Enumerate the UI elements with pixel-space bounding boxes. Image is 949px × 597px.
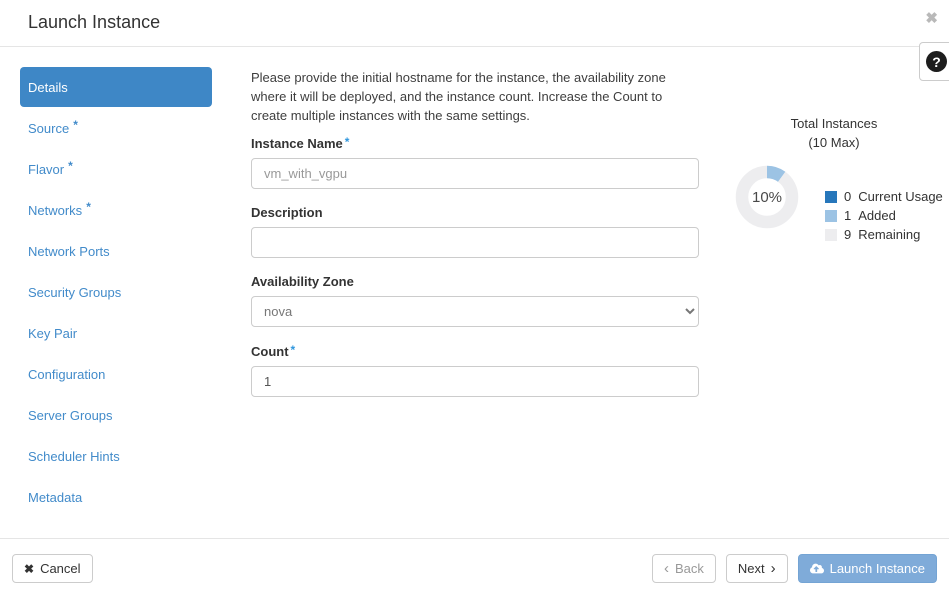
wizard-step-key-pair[interactable]: Key Pair — [20, 313, 212, 354]
required-mark: * — [345, 135, 350, 149]
launch-instance-button[interactable]: Launch Instance — [798, 554, 937, 583]
wizard-step-label: Details — [28, 80, 68, 95]
wizard-step-scheduler-hints[interactable]: Scheduler Hints — [20, 436, 212, 477]
description-label: Description — [251, 205, 699, 220]
chart-subtitle: (10 Max) — [719, 133, 949, 152]
modal-footer: ✖ Cancel ‹ Back Next › Launch Instance — [0, 538, 949, 597]
wizard-step-configuration[interactable]: Configuration — [20, 354, 212, 395]
wizard-nav-buttons: ‹ Back Next › Launch Instance — [652, 554, 937, 583]
details-form: Please provide the initial hostname for … — [251, 68, 699, 413]
required-mark: * — [73, 118, 78, 132]
wizard-step-security-groups[interactable]: Security Groups — [20, 272, 212, 313]
chevron-right-icon: › — [771, 561, 776, 576]
wizard-step-networks[interactable]: Networks * — [20, 190, 212, 231]
legend-swatch — [825, 210, 837, 222]
close-icon[interactable]: ✖ — [925, 11, 938, 26]
wizard-step-label: Source — [28, 121, 69, 136]
chevron-left-icon: ‹ — [664, 561, 669, 576]
label-text: Count — [251, 344, 289, 359]
next-button[interactable]: Next › — [726, 554, 788, 583]
wizard-step-label: Security Groups — [28, 285, 121, 300]
modal-header: Launch Instance ✖ — [0, 0, 949, 47]
legend-item-current-usage: 0 Current Usage — [825, 187, 943, 206]
wizard-step-details[interactable]: Details — [20, 67, 212, 107]
count-label: Count* — [251, 343, 699, 359]
donut-center-label: 10% — [735, 165, 799, 229]
cancel-x-icon: ✖ — [24, 562, 34, 576]
wizard-step-server-groups[interactable]: Server Groups — [20, 395, 212, 436]
back-label: Back — [675, 561, 704, 576]
help-tab[interactable]: ? — [919, 42, 949, 81]
availability-zone-select[interactable]: nova — [251, 296, 699, 327]
wizard-step-label: Networks — [28, 203, 82, 218]
availability-zone-label: Availability Zone — [251, 274, 699, 289]
modal-title: Launch Instance — [28, 12, 160, 33]
wizard-steps-nav: Details Source * Flavor * Networks * Networ… — [20, 67, 212, 518]
legend-value: 0 — [844, 189, 851, 204]
description-input[interactable] — [251, 227, 699, 258]
availability-zone-group: Availability Zone nova — [251, 274, 699, 327]
legend-label: Remaining — [858, 227, 920, 242]
legend-swatch — [825, 229, 837, 241]
description-group: Description — [251, 205, 699, 258]
cancel-button[interactable]: ✖ Cancel — [12, 554, 93, 583]
legend-item-added: 1 Added — [825, 206, 943, 225]
count-group: Count* — [251, 343, 699, 397]
wizard-step-source[interactable]: Source * — [20, 108, 212, 149]
cloud-upload-icon — [810, 562, 824, 575]
instance-name-group: Instance Name* — [251, 135, 699, 189]
required-mark: * — [68, 159, 73, 173]
wizard-step-label: Metadata — [28, 490, 82, 505]
required-mark: * — [291, 343, 296, 357]
legend-swatch — [825, 191, 837, 203]
wizard-step-flavor[interactable]: Flavor * — [20, 149, 212, 190]
legend-item-remaining: 9 Remaining — [825, 225, 943, 244]
instance-name-label: Instance Name* — [251, 135, 699, 151]
wizard-step-label: Network Ports — [28, 244, 110, 259]
wizard-step-network-ports[interactable]: Network Ports — [20, 231, 212, 272]
chart-legend: 0 Current Usage 1 Added 9 Remaining — [825, 187, 943, 244]
legend-value: 9 — [844, 227, 851, 242]
back-button[interactable]: ‹ Back — [652, 554, 716, 583]
instance-name-input[interactable] — [251, 158, 699, 189]
details-intro-text: Please provide the initial hostname for … — [251, 68, 699, 125]
legend-label: Added — [858, 208, 896, 223]
count-input[interactable] — [251, 366, 699, 397]
label-text: Availability Zone — [251, 274, 354, 289]
total-instances-panel: Total Instances (10 Max) 10% 0 Current U… — [719, 114, 949, 152]
wizard-step-label: Configuration — [28, 367, 105, 382]
wizard-step-label: Flavor — [28, 162, 64, 177]
legend-value: 1 — [844, 208, 851, 223]
wizard-step-metadata[interactable]: Metadata — [20, 477, 212, 518]
next-label: Next — [738, 561, 765, 576]
launch-instance-label: Launch Instance — [830, 561, 925, 576]
total-instances-donut: 10% — [735, 165, 799, 229]
required-mark: * — [86, 200, 91, 214]
wizard-step-label: Scheduler Hints — [28, 449, 120, 464]
legend-label: Current Usage — [858, 189, 943, 204]
help-icon: ? — [926, 51, 947, 72]
wizard-step-label: Server Groups — [28, 408, 113, 423]
label-text: Instance Name — [251, 136, 343, 151]
cancel-label: Cancel — [40, 561, 80, 576]
wizard-step-label: Key Pair — [28, 326, 77, 341]
chart-title: Total Instances — [719, 114, 949, 133]
label-text: Description — [251, 205, 323, 220]
